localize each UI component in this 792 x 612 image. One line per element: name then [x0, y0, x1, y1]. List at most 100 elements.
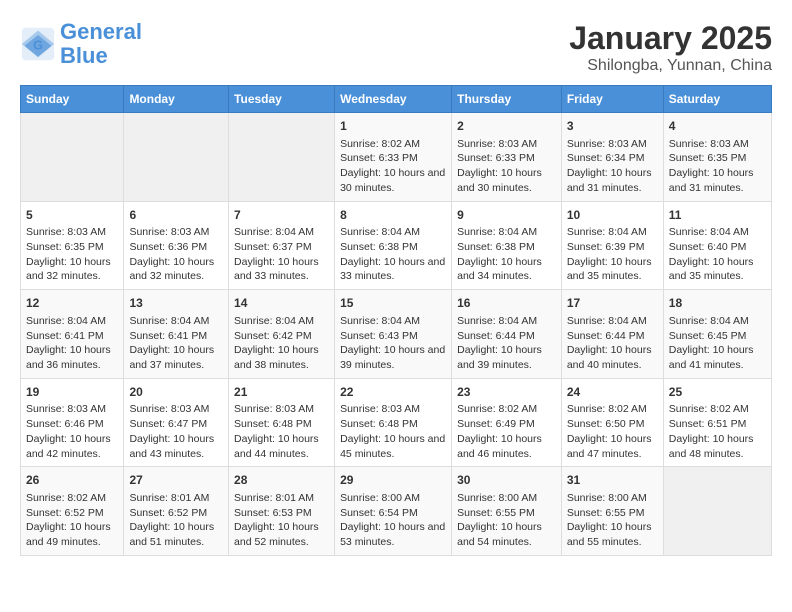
cell-info: Daylight: 10 hours and 48 minutes. [669, 432, 766, 461]
cell-2-4: 16Sunrise: 8:04 AMSunset: 6:44 PMDayligh… [452, 290, 562, 379]
cell-1-2: 7Sunrise: 8:04 AMSunset: 6:37 PMDaylight… [229, 201, 335, 290]
day-num-3: 3 [567, 118, 658, 135]
day-num-22: 22 [340, 384, 446, 401]
cell-info: Daylight: 10 hours and 55 minutes. [567, 520, 658, 549]
day-num-14: 14 [234, 295, 329, 312]
cell-0-0 [21, 113, 124, 202]
cell-0-1 [124, 113, 229, 202]
header-sunday: Sunday [21, 86, 124, 113]
cell-info: Sunset: 6:35 PM [669, 151, 766, 166]
cell-2-5: 17Sunrise: 8:04 AMSunset: 6:44 PMDayligh… [561, 290, 663, 379]
cell-info: Sunset: 6:48 PM [234, 417, 329, 432]
week-row-5: 26Sunrise: 8:02 AMSunset: 6:52 PMDayligh… [21, 467, 772, 556]
day-num-21: 21 [234, 384, 329, 401]
header-saturday: Saturday [663, 86, 771, 113]
cell-info: Sunrise: 8:04 AM [669, 314, 766, 329]
cell-2-2: 14 Sunrise: 8:04 AMSunset: 6:42 PMDayligh… [229, 290, 335, 379]
day-num-10: 10 [567, 207, 658, 224]
header-monday: Monday [124, 86, 229, 113]
cell-info: Daylight: 10 hours and 47 minutes. [567, 432, 658, 461]
cell-4-5: 31Sunrise: 8:00 AMSunset: 6:55 PMDayligh… [561, 467, 663, 556]
cell-info: Daylight: 10 hours and 32 minutes. [26, 255, 118, 284]
cell-1-1: 6Sunrise: 8:03 AMSunset: 6:36 PMDaylight… [124, 201, 229, 290]
cell-info: Sunrise: 8:04 AM [234, 314, 329, 329]
cell-info: Sunrise: 8:03 AM [234, 402, 329, 417]
cell-info: Sunset: 6:52 PM [26, 506, 118, 521]
cell-2-6: 18Sunrise: 8:04 AMSunset: 6:45 PMDayligh… [663, 290, 771, 379]
cell-info: Sunrise: 8:04 AM [234, 225, 329, 240]
logo-line1: General [60, 19, 142, 44]
cell-info: Sunset: 6:41 PM [26, 329, 118, 344]
calendar-table: SundayMondayTuesdayWednesdayThursdayFrid… [20, 85, 772, 556]
cell-info: Sunrise: 8:02 AM [340, 137, 446, 152]
week-row-1: 1Sunrise: 8:02 AMSunset: 6:33 PMDaylight… [21, 113, 772, 202]
cell-info: Sunset: 6:38 PM [340, 240, 446, 255]
cell-info: Daylight: 10 hours and 30 minutes. [457, 166, 556, 195]
day-num-1: 1 [340, 118, 446, 135]
cell-1-0: 5Sunrise: 8:03 AMSunset: 6:35 PMDaylight… [21, 201, 124, 290]
cell-info: Sunrise: 8:03 AM [567, 137, 658, 152]
cell-info: Sunset: 6:50 PM [567, 417, 658, 432]
svg-text:G: G [33, 39, 43, 53]
cell-info: Sunset: 6:33 PM [340, 151, 446, 166]
cell-info: Sunrise: 8:01 AM [234, 491, 329, 506]
cell-info: Sunset: 6:36 PM [129, 240, 223, 255]
day-num-19: 19 [26, 384, 118, 401]
day-num-26: 26 [26, 472, 118, 489]
cell-info: Daylight: 10 hours and 38 minutes. [234, 343, 329, 372]
logo-line2: Blue [60, 43, 108, 68]
cell-info: Sunrise: 8:04 AM [26, 314, 118, 329]
day-num-17: 17 [567, 295, 658, 312]
cell-info: Sunrise: 8:04 AM [669, 225, 766, 240]
day-num-24: 24 [567, 384, 658, 401]
cell-info: Sunrise: 8:02 AM [26, 491, 118, 506]
cell-info: Sunset: 6:55 PM [457, 506, 556, 521]
page-header: G General Blue January 2025 Shilongba, Y… [20, 20, 772, 75]
day-num-4: 4 [669, 118, 766, 135]
cell-info: Sunset: 6:43 PM [340, 329, 446, 344]
cell-info: Sunrise: 8:04 AM [457, 314, 556, 329]
day-num-9: 9 [457, 207, 556, 224]
cell-info: Sunrise: 8:03 AM [457, 137, 556, 152]
day-num-15: 15 [340, 295, 446, 312]
cell-4-3: 29Sunrise: 8:00 AMSunset: 6:54 PMDayligh… [335, 467, 452, 556]
cell-0-4: 2Sunrise: 8:03 AMSunset: 6:33 PMDaylight… [452, 113, 562, 202]
cell-info: Sunrise: 8:02 AM [567, 402, 658, 417]
cell-info: Sunrise: 8:04 AM [567, 314, 658, 329]
cell-info: Sunrise: 8:02 AM [457, 402, 556, 417]
cell-info: Daylight: 10 hours and 34 minutes. [457, 255, 556, 284]
day-num-28: 28 [234, 472, 329, 489]
cell-info: Daylight: 10 hours and 53 minutes. [340, 520, 446, 549]
cell-info: Sunrise: 8:03 AM [340, 402, 446, 417]
day-num-23: 23 [457, 384, 556, 401]
cell-info: Sunset: 6:52 PM [129, 506, 223, 521]
cell-info: Sunrise: 8:04 AM [457, 225, 556, 240]
cell-info: Sunrise: 8:04 AM [567, 225, 658, 240]
cell-info: Sunset: 6:38 PM [457, 240, 556, 255]
header-thursday: Thursday [452, 86, 562, 113]
cell-info: Sunrise: 8:01 AM [129, 491, 223, 506]
cell-1-3: 8Sunrise: 8:04 AMSunset: 6:38 PMDaylight… [335, 201, 452, 290]
cell-info: Daylight: 10 hours and 44 minutes. [234, 432, 329, 461]
cell-0-6: 4Sunrise: 8:03 AMSunset: 6:35 PMDaylight… [663, 113, 771, 202]
title-block: January 2025 Shilongba, Yunnan, China [569, 20, 772, 75]
cell-info: Sunrise: 8:03 AM [26, 402, 118, 417]
cell-info: Daylight: 10 hours and 39 minutes. [457, 343, 556, 372]
cell-3-4: 23Sunrise: 8:02 AMSunset: 6:49 PMDayligh… [452, 378, 562, 467]
cell-4-6 [663, 467, 771, 556]
cell-2-1: 13Sunrise: 8:04 AMSunset: 6:41 PMDayligh… [124, 290, 229, 379]
cell-1-4: 9Sunrise: 8:04 AMSunset: 6:38 PMDaylight… [452, 201, 562, 290]
cell-info: Daylight: 10 hours and 31 minutes. [669, 166, 766, 195]
cell-info: Sunset: 6:35 PM [26, 240, 118, 255]
logo-icon: G [20, 26, 56, 62]
day-num-25: 25 [669, 384, 766, 401]
cell-info: Daylight: 10 hours and 30 minutes. [340, 166, 446, 195]
cell-info: Sunset: 6:42 PM [234, 329, 329, 344]
cell-info: Sunset: 6:46 PM [26, 417, 118, 432]
cell-info: Sunrise: 8:04 AM [129, 314, 223, 329]
header-friday: Friday [561, 86, 663, 113]
cell-1-5: 10Sunrise: 8:04 AMSunset: 6:39 PMDayligh… [561, 201, 663, 290]
day-num-12: 12 [26, 295, 118, 312]
cell-info: Daylight: 10 hours and 32 minutes. [129, 255, 223, 284]
cell-1-6: 11Sunrise: 8:04 AMSunset: 6:40 PMDayligh… [663, 201, 771, 290]
